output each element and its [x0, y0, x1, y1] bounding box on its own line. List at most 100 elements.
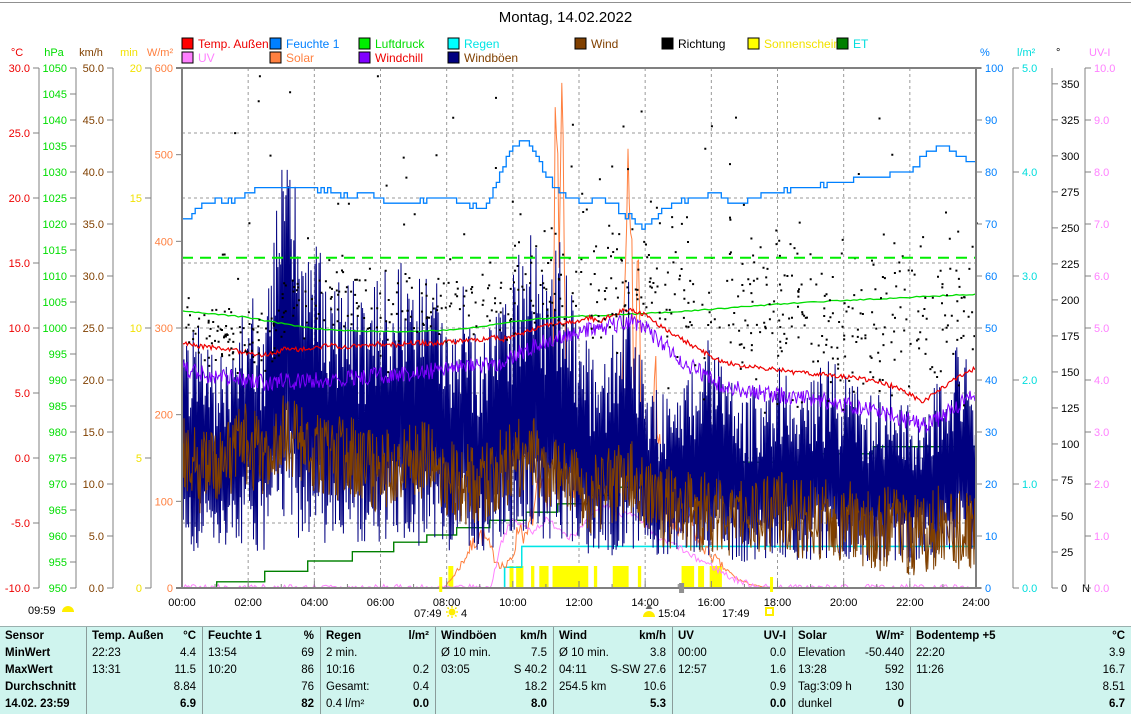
stat-value: 11.5 [174, 662, 196, 679]
stat-value: 5.3 [650, 696, 666, 713]
column-unit: % [304, 628, 314, 645]
tick-label: 20.0 [9, 193, 30, 205]
legend-label: Luftdruck [375, 37, 425, 51]
tick-label: 600 [155, 63, 173, 75]
row-label: Durchschnitt [5, 679, 80, 696]
tick-label: 7.0 [1094, 219, 1109, 231]
legend-label: Temp. Außen [198, 37, 269, 51]
stat-value: 130 [885, 679, 904, 696]
legend-swatch-et [837, 38, 848, 49]
column-header: Temp. Außen°C [92, 628, 196, 645]
tick-label: 10.0 [1094, 63, 1115, 75]
tick-label: 15.0 [9, 258, 30, 270]
tick-label: 4.0 [1094, 375, 1109, 387]
stat-row: 8.51 [916, 679, 1125, 696]
stat-row: 0.0 [678, 696, 786, 713]
tick-label: 50 [985, 323, 997, 335]
tick-label: 1.0 [1094, 531, 1109, 543]
stat-row: 82 [208, 696, 314, 713]
stat-label: 12:57 [678, 662, 707, 679]
moonrise-time: 15:04 [658, 608, 686, 620]
stats-table: SensorMinWertMaxWertDurchschnitt14.02. 2… [0, 626, 1131, 714]
tick-label: 0.0 [89, 583, 104, 595]
legend-swatch-solar [270, 52, 281, 63]
axis-Wm: 0100200300400500600W/m² [147, 47, 182, 595]
tick-label: 1050 [43, 63, 67, 75]
stat-label: 03:05 [441, 662, 470, 679]
weather-chart: -10.0-5.00.05.010.015.020.025.030.0°C950… [0, 0, 1131, 624]
stat-label: Ø 10 min. [559, 645, 609, 662]
column-header: Feuchte 1% [208, 628, 314, 645]
stat-value: 0 [898, 696, 904, 713]
stat-label: Elevation [798, 645, 845, 662]
stat-row: Ø 10 min.3.8 [559, 645, 666, 662]
stats-column-uv: UVUV-I00:000.012:571.60.90.0 [672, 627, 792, 714]
stat-row: Tag:3:09 h130 [798, 679, 904, 696]
column-unit: W/m² [876, 628, 904, 645]
tick-label: 5 [136, 453, 142, 465]
tick-label: 3.0 [1022, 271, 1037, 283]
tick-label: 10 [130, 323, 142, 335]
tick-label: 200 [155, 410, 173, 422]
sunrise-axis-marker [439, 577, 442, 592]
stat-value: 69 [301, 645, 314, 662]
stat-value: S 40.2 [514, 662, 547, 679]
tick-label: 0 [136, 583, 142, 595]
x-tick-label: 10:00 [499, 597, 527, 609]
tick-label: 6.0 [1094, 271, 1109, 283]
stat-row: 0.4 l/m²0.0 [326, 696, 429, 713]
stat-label: 13:31 [92, 662, 121, 679]
stat-label: 13:28 [798, 662, 827, 679]
x-tick-label: 02:00 [234, 597, 262, 609]
sunset-time: 17:49 [722, 608, 750, 620]
tick-label: 5.0 [15, 388, 30, 400]
axis-unit-label: UV-I [1089, 47, 1110, 59]
tick-label: 175 [1061, 331, 1079, 343]
tick-label: 90 [985, 115, 997, 127]
stat-label: 10:16 [326, 662, 355, 679]
tick-label: 350 [1061, 79, 1079, 91]
legend-label: Windchill [375, 51, 423, 65]
legend-label: Regen [464, 37, 499, 51]
stat-row: Ø 10 min.7.5 [441, 645, 547, 662]
x-tick-label: 04:00 [301, 597, 329, 609]
stat-row: 12:571.6 [678, 662, 786, 679]
tick-label: 1030 [43, 167, 67, 179]
tick-label: 1010 [43, 271, 67, 283]
stat-row: Elevation-50.440 [798, 645, 904, 662]
tick-label: 15.0 [83, 427, 104, 439]
stat-value: 8.0 [531, 696, 547, 713]
tick-label: 2.0 [1094, 479, 1109, 491]
stat-value: 7.5 [531, 645, 547, 662]
sunrise-extra-label: 4 [461, 608, 467, 620]
stat-row: 00:000.0 [678, 645, 786, 662]
tick-label: 5.0 [1022, 63, 1037, 75]
legend-label: Richtung [678, 37, 725, 51]
tick-label: 25 [1061, 547, 1073, 559]
tick-label: 5.0 [1094, 323, 1109, 335]
column-name: Wind [559, 628, 587, 645]
tick-label: 0 [1061, 583, 1067, 595]
stats-column-bodentemp-5: Bodentemp +5°C22:203.911:2616.78.516.7 [910, 627, 1131, 714]
stat-row: 2 min. [326, 645, 429, 662]
axis-UVI: 0.01.02.03.04.05.06.07.08.09.010.0UV-I [1085, 47, 1115, 595]
legend-label: Wind [591, 37, 618, 51]
tick-label: 965 [49, 505, 67, 517]
tick-label: 0 [985, 583, 991, 595]
stat-value: 86 [301, 662, 314, 679]
tick-label: 200 [1061, 295, 1079, 307]
legend-label: Sonnenschein [764, 37, 840, 51]
stat-label: 11:26 [916, 662, 944, 679]
column-name: Feuchte 1 [208, 628, 262, 645]
stat-value: 76 [301, 679, 314, 696]
stats-column-windb-en: Windböenkm/hØ 10 min.7.503:05S 40.218.28… [435, 627, 553, 714]
x-tick-label: 12:00 [565, 597, 593, 609]
tick-label: 1005 [43, 297, 67, 309]
tick-label: 0.0 [1022, 583, 1037, 595]
tick-label: -5.0 [11, 518, 30, 530]
stat-label: 00:00 [678, 645, 707, 662]
tick-label: 50.0 [83, 63, 104, 75]
tick-label: 990 [49, 375, 67, 387]
stat-row: 03:05 S 40.2 [441, 662, 547, 679]
stat-value: 592 [885, 662, 904, 679]
